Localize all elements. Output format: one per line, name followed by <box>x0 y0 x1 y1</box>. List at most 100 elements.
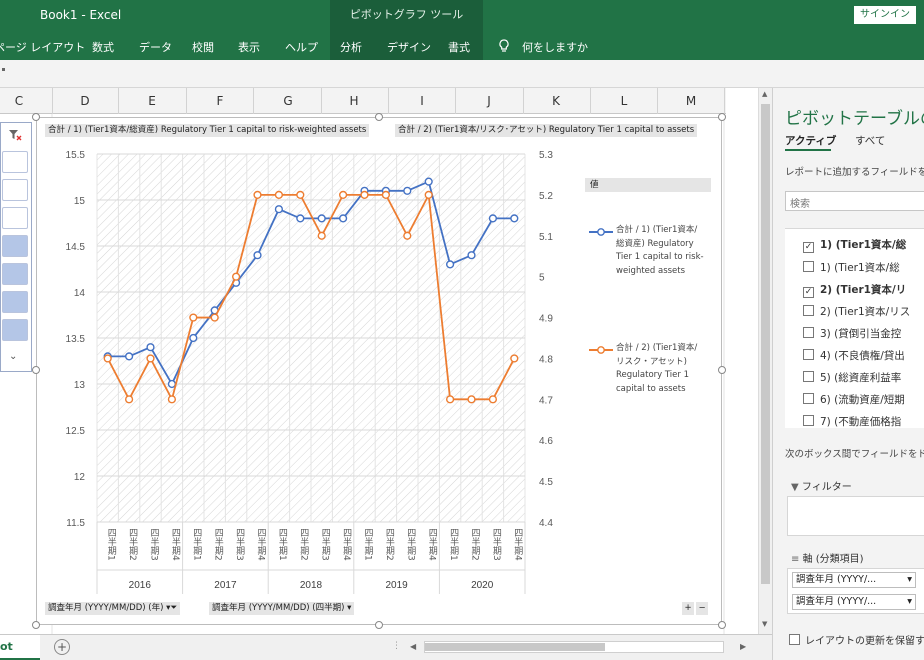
resize-handle[interactable] <box>718 366 726 374</box>
defer-update-option[interactable]: レイアウトの更新を保留する <box>789 632 924 647</box>
slicer-item[interactable] <box>2 263 28 285</box>
filter-drop-area[interactable] <box>787 496 924 536</box>
field-item[interactable]: 3) (貸倒引当金控 <box>803 326 901 341</box>
y-right-tick-label: 4.4 <box>539 518 553 529</box>
x-tick-label: 四半期3 <box>320 528 331 561</box>
tab-design[interactable]: デザイン <box>387 39 431 55</box>
field-item[interactable]: 1) (Tier1資本/総 <box>803 260 900 275</box>
checkbox[interactable] <box>803 349 814 360</box>
slicer-item[interactable] <box>2 319 28 341</box>
scroll-up-icon[interactable]: ▲ <box>762 90 767 98</box>
checkbox[interactable] <box>803 327 814 338</box>
tell-me-search[interactable]: 何をしますか <box>522 39 588 55</box>
pivot-chart[interactable]: 合計 / 1) (Tier1資本/総資産) Regulatory Tier 1 … <box>36 117 722 625</box>
chevron-down-icon[interactable]: ▾ <box>347 603 351 613</box>
sheet-tab-active[interactable]: ot <box>0 635 40 660</box>
slicer-item[interactable] <box>2 291 28 313</box>
tab-active-fields[interactable]: アクティブ <box>785 133 836 148</box>
checkbox[interactable] <box>803 371 814 382</box>
axis-area-label: 軸 (分類項目) <box>802 554 864 565</box>
chevron-down-icon[interactable]: ▾ <box>907 573 912 587</box>
field-item[interactable]: 2) (Tier1資本/リス <box>803 304 910 319</box>
tab-data[interactable]: データ <box>139 39 172 55</box>
checkbox[interactable] <box>803 261 814 272</box>
scroll-left-icon[interactable]: ◀ <box>410 642 416 651</box>
slicer-item[interactable] <box>2 235 28 257</box>
column-header[interactable]: L <box>594 94 654 108</box>
column-header[interactable]: K <box>526 94 586 108</box>
slicer-item[interactable] <box>2 207 28 229</box>
slicer-item[interactable] <box>2 151 28 173</box>
axis-field-chip[interactable]: 調査年月 (YYYY/... ▾ <box>792 594 916 610</box>
chevron-down-icon[interactable]: ⌄ <box>9 351 17 362</box>
resize-handle[interactable] <box>32 366 40 374</box>
horizontal-scrollbar[interactable] <box>424 641 724 653</box>
scrollbar-thumb[interactable] <box>761 104 770 584</box>
checkbox[interactable] <box>803 305 814 316</box>
resize-handle[interactable] <box>375 113 383 121</box>
field-item[interactable]: 6) (流動資産/短期 <box>803 392 905 407</box>
expand-field-button[interactable]: + <box>682 602 694 615</box>
column-header[interactable]: E <box>122 94 182 108</box>
axis-field-button-quarter[interactable]: 調査年月 (YYYY/MM/DD) (四半期) ▾ <box>209 602 355 615</box>
resize-handle[interactable] <box>32 113 40 121</box>
field-search-input[interactable]: 検索 <box>785 191 924 211</box>
column-header[interactable]: H <box>324 94 384 108</box>
column-header[interactable]: G <box>258 94 318 108</box>
tab-format[interactable]: 書式 <box>448 39 470 55</box>
x-tick-label: 四半期2 <box>213 528 224 561</box>
field-item[interactable]: 7) (不動産価格指 <box>803 414 901 429</box>
slicer-item[interactable] <box>2 179 28 201</box>
scrollbar-thumb[interactable] <box>425 643 605 651</box>
scroll-down-icon[interactable]: ▼ <box>762 620 767 628</box>
data-point <box>446 260 455 269</box>
collapse-field-button[interactable]: − <box>696 602 708 615</box>
add-sheet-button[interactable]: + <box>54 639 70 655</box>
axis-field-button-year[interactable]: 調査年月 (YYYY/MM/DD) (年) ▾⏷ <box>45 602 181 615</box>
tab-page-layout[interactable]: ページ レイアウト <box>0 39 85 55</box>
chevron-down-icon[interactable]: ▾ <box>907 595 912 609</box>
checkbox[interactable] <box>803 393 814 404</box>
checkbox[interactable] <box>789 634 800 645</box>
tab-view[interactable]: 表示 <box>238 39 260 55</box>
signin-button[interactable]: サインイン <box>854 6 916 24</box>
column-header[interactable]: M <box>661 94 721 108</box>
checkbox-checked[interactable]: ✓ <box>803 287 814 298</box>
slicer-panel[interactable]: ⌄ <box>0 122 32 372</box>
field-label: 4) (不良債権/貸出 <box>820 350 905 362</box>
column-header[interactable]: J <box>459 94 519 108</box>
column-header[interactable]: D <box>55 94 115 108</box>
resize-handle[interactable] <box>718 113 726 121</box>
vertical-scrollbar[interactable]: ▲ ▼ <box>758 88 772 634</box>
y-left-tick-label: 14.5 <box>66 242 86 253</box>
checkbox-checked[interactable]: ✓ <box>803 242 814 253</box>
x-tick-label: 四半期3 <box>491 528 502 561</box>
filter-dropdown-icon[interactable]: ▾⏷ <box>166 603 177 613</box>
checkbox[interactable] <box>803 415 814 426</box>
tab-split-handle[interactable]: ⋮ <box>392 641 401 651</box>
tab-formulas[interactable]: 数式 <box>92 39 114 55</box>
tab-analyze[interactable]: 分析 <box>340 39 362 55</box>
tab-all-fields[interactable]: すべて <box>855 133 885 148</box>
data-point <box>403 231 412 240</box>
field-item[interactable]: 5) (総資産利益率 <box>803 370 901 385</box>
clear-filter-icon[interactable] <box>8 126 22 145</box>
axis-field-chip[interactable]: 調査年月 (YYYY/... ▾ <box>792 572 916 588</box>
tab-review[interactable]: 校閲 <box>192 39 214 55</box>
legend-title[interactable]: 値 <box>585 178 711 192</box>
column-header[interactable]: C <box>0 94 49 108</box>
y-right-tick-label: 4.5 <box>539 477 553 488</box>
resize-handle[interactable] <box>32 621 40 629</box>
lightbulb-icon[interactable] <box>498 39 510 56</box>
data-point <box>167 379 177 389</box>
resize-handle[interactable] <box>375 621 383 629</box>
column-header[interactable]: I <box>392 94 452 108</box>
tab-help[interactable]: ヘルプ <box>285 39 318 55</box>
field-item[interactable]: 4) (不良債権/貸出 <box>803 348 905 363</box>
resize-handle[interactable] <box>718 621 726 629</box>
scroll-right-icon[interactable]: ▶ <box>740 642 746 651</box>
column-header[interactable]: F <box>190 94 250 108</box>
field-item[interactable]: ✓ 2) (Tier1資本/リ <box>803 282 906 298</box>
data-point <box>510 354 519 363</box>
field-item[interactable]: ✓ 1) (Tier1資本/総 <box>803 237 906 253</box>
